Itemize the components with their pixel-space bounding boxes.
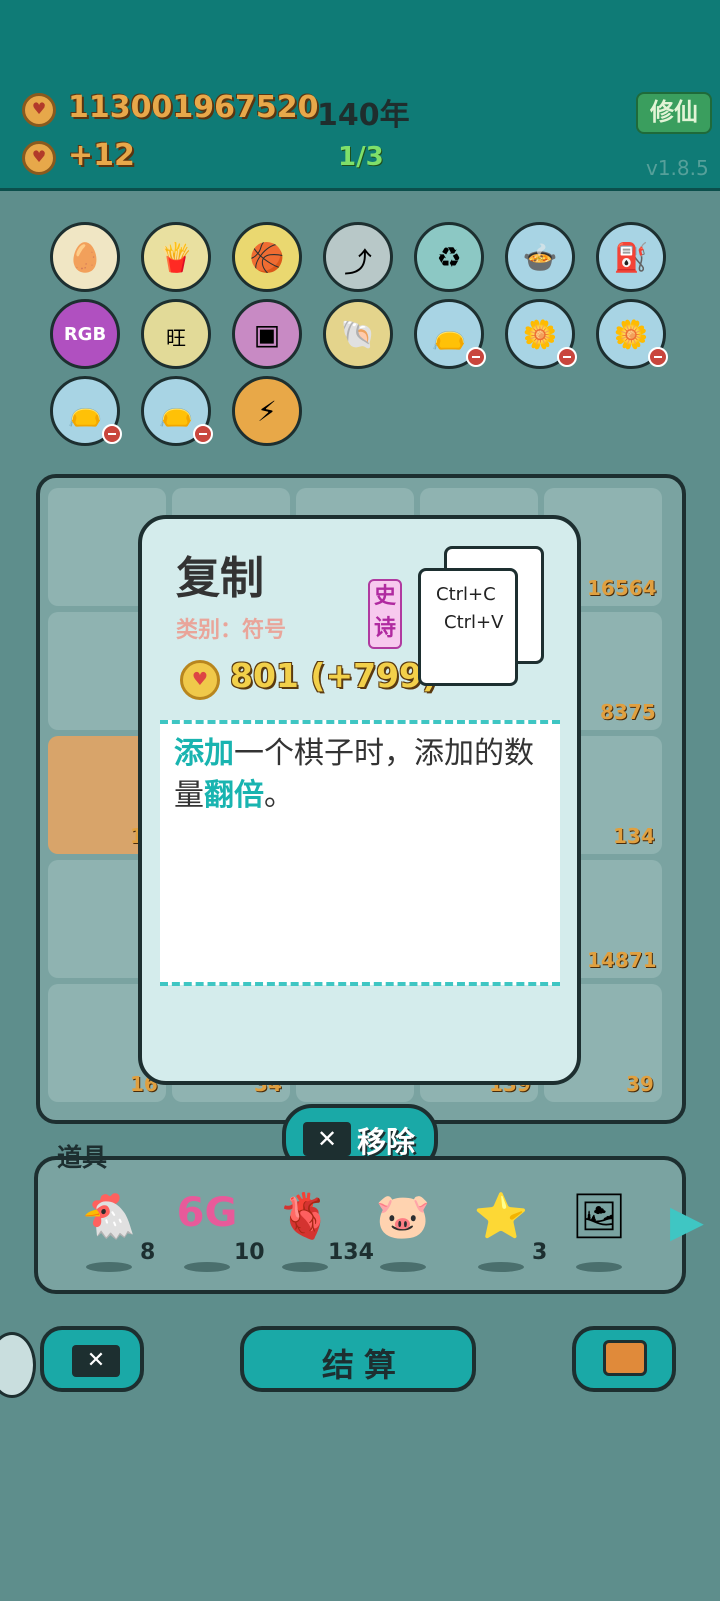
fries-icon[interactable]: 🍟 bbox=[141, 222, 211, 292]
relic-glyph: 🍟 bbox=[158, 241, 194, 274]
paste-shortcut-text: Ctrl+V bbox=[444, 612, 504, 633]
relic-glyph: 👝 bbox=[431, 318, 467, 351]
relic-glyph: 👝 bbox=[158, 395, 194, 428]
arrow-up-icon[interactable]: ⤴ bbox=[323, 222, 393, 292]
relic-glyph: ♻ bbox=[436, 241, 462, 274]
relic-glyph: 👝 bbox=[67, 395, 103, 428]
cell-count: 39 bbox=[626, 1072, 654, 1096]
item-shadow bbox=[86, 1262, 132, 1272]
card-price: 801 (+799) bbox=[230, 656, 438, 695]
lightning-icon[interactable]: ⚡ bbox=[232, 376, 302, 446]
relic-glyph: 🐚 bbox=[340, 318, 376, 351]
card-description: 添加一个棋子时，添加的数量翻倍。 bbox=[174, 733, 554, 817]
cancel-x-icon: ✕ bbox=[72, 1345, 120, 1377]
item-count: 8 bbox=[140, 1240, 156, 1265]
item-count: 134 bbox=[328, 1240, 374, 1265]
income-amount: +12 bbox=[68, 138, 135, 173]
star-icon[interactable]: ⭐ bbox=[466, 1190, 536, 1242]
settle-label: 结算 bbox=[322, 1346, 407, 1384]
relic-glyph: 🌼 bbox=[522, 318, 558, 351]
item-shadow bbox=[380, 1262, 426, 1272]
item-shadow bbox=[184, 1262, 230, 1272]
relic-glyph: 🌼 bbox=[613, 318, 649, 351]
relic-glyph: ▣ bbox=[253, 318, 281, 351]
year-counter: 140年 bbox=[317, 98, 410, 133]
gold-coin-icon bbox=[22, 93, 56, 127]
cell-count: 14871 bbox=[587, 948, 657, 972]
shell-icon[interactable]: 🐚 bbox=[323, 299, 393, 369]
remove-relic-icon[interactable] bbox=[102, 424, 122, 444]
remove-relic-icon[interactable] bbox=[466, 347, 486, 367]
pump-icon[interactable]: ⛽ bbox=[596, 222, 666, 292]
cell-count: 8375 bbox=[600, 700, 656, 724]
cell-count: 16564 bbox=[587, 576, 657, 600]
remove-relic-icon[interactable] bbox=[557, 347, 577, 367]
remove-relic-icon[interactable] bbox=[648, 347, 668, 367]
relic-glyph: 🍲 bbox=[522, 241, 558, 274]
desc-keyword-add: 添加 bbox=[174, 736, 234, 771]
remove-relic-icon[interactable] bbox=[193, 424, 213, 444]
piggy-bank-icon[interactable]: 🐷 bbox=[368, 1190, 438, 1242]
desc-keyword-double: 翻倍 bbox=[204, 778, 264, 813]
relic-glyph: ⚡ bbox=[257, 395, 277, 428]
cultivate-button[interactable]: 修仙 bbox=[636, 92, 712, 134]
relic-glyph: RGB bbox=[63, 324, 107, 345]
basketballs-icon[interactable]: 🏀 bbox=[232, 222, 302, 292]
bottom-divider bbox=[160, 982, 560, 986]
remove-x-icon: ✕ bbox=[303, 1122, 351, 1156]
copy-shortcut-text: Ctrl+C bbox=[436, 584, 496, 605]
income-coin-icon bbox=[22, 141, 56, 175]
rarity-badge: 史诗 bbox=[368, 579, 402, 649]
card-title: 复制 bbox=[176, 553, 264, 604]
card-category: 类别：符号 bbox=[176, 618, 287, 643]
wang-tiles-icon[interactable]: 旺 bbox=[141, 299, 211, 369]
pot-icon[interactable]: 🍲 bbox=[505, 222, 575, 292]
round-progress: 1/3 bbox=[338, 142, 384, 172]
helper-avatar[interactable] bbox=[0, 1332, 36, 1398]
top-divider bbox=[160, 720, 560, 724]
item-shadow bbox=[282, 1262, 328, 1272]
magenta-box-icon[interactable]: ▣ bbox=[232, 299, 302, 369]
item-shadow bbox=[576, 1262, 622, 1272]
desc-period: 。 bbox=[264, 778, 294, 813]
relic-glyph: 旺 bbox=[166, 326, 186, 350]
items-label: 道具 bbox=[57, 1143, 108, 1172]
6g-icon[interactable]: 6G bbox=[172, 1190, 242, 1236]
relic-glyph: ⛽ bbox=[613, 241, 649, 274]
relic-glyph: ⤴ bbox=[343, 246, 372, 279]
items-next-arrow-icon[interactable]: ▶ bbox=[670, 1196, 704, 1247]
frame-icon[interactable]: 🖼 bbox=[564, 1190, 634, 1242]
price-coin-icon bbox=[180, 660, 220, 700]
recycle-icon[interactable]: ♻ bbox=[414, 222, 484, 292]
version-label: v1.8.5 bbox=[646, 156, 709, 180]
briefcase-icon bbox=[603, 1340, 647, 1376]
gold-amount: 113001967520 bbox=[68, 90, 319, 125]
egg-icon[interactable]: 🥚 bbox=[50, 222, 120, 292]
liver-icon[interactable]: 🫀 bbox=[270, 1190, 340, 1242]
relic-glyph: 🏀 bbox=[249, 241, 285, 274]
remove-label: 移除 bbox=[357, 1125, 416, 1159]
chicken-icon[interactable]: 🐔 bbox=[74, 1190, 144, 1242]
item-count: 3 bbox=[532, 1240, 548, 1265]
rgb-icon[interactable]: RGB bbox=[50, 299, 120, 369]
item-shadow bbox=[478, 1262, 524, 1272]
relic-glyph: 🥚 bbox=[67, 241, 103, 274]
cell-count: 134 bbox=[613, 824, 655, 848]
item-count: 10 bbox=[234, 1240, 265, 1265]
